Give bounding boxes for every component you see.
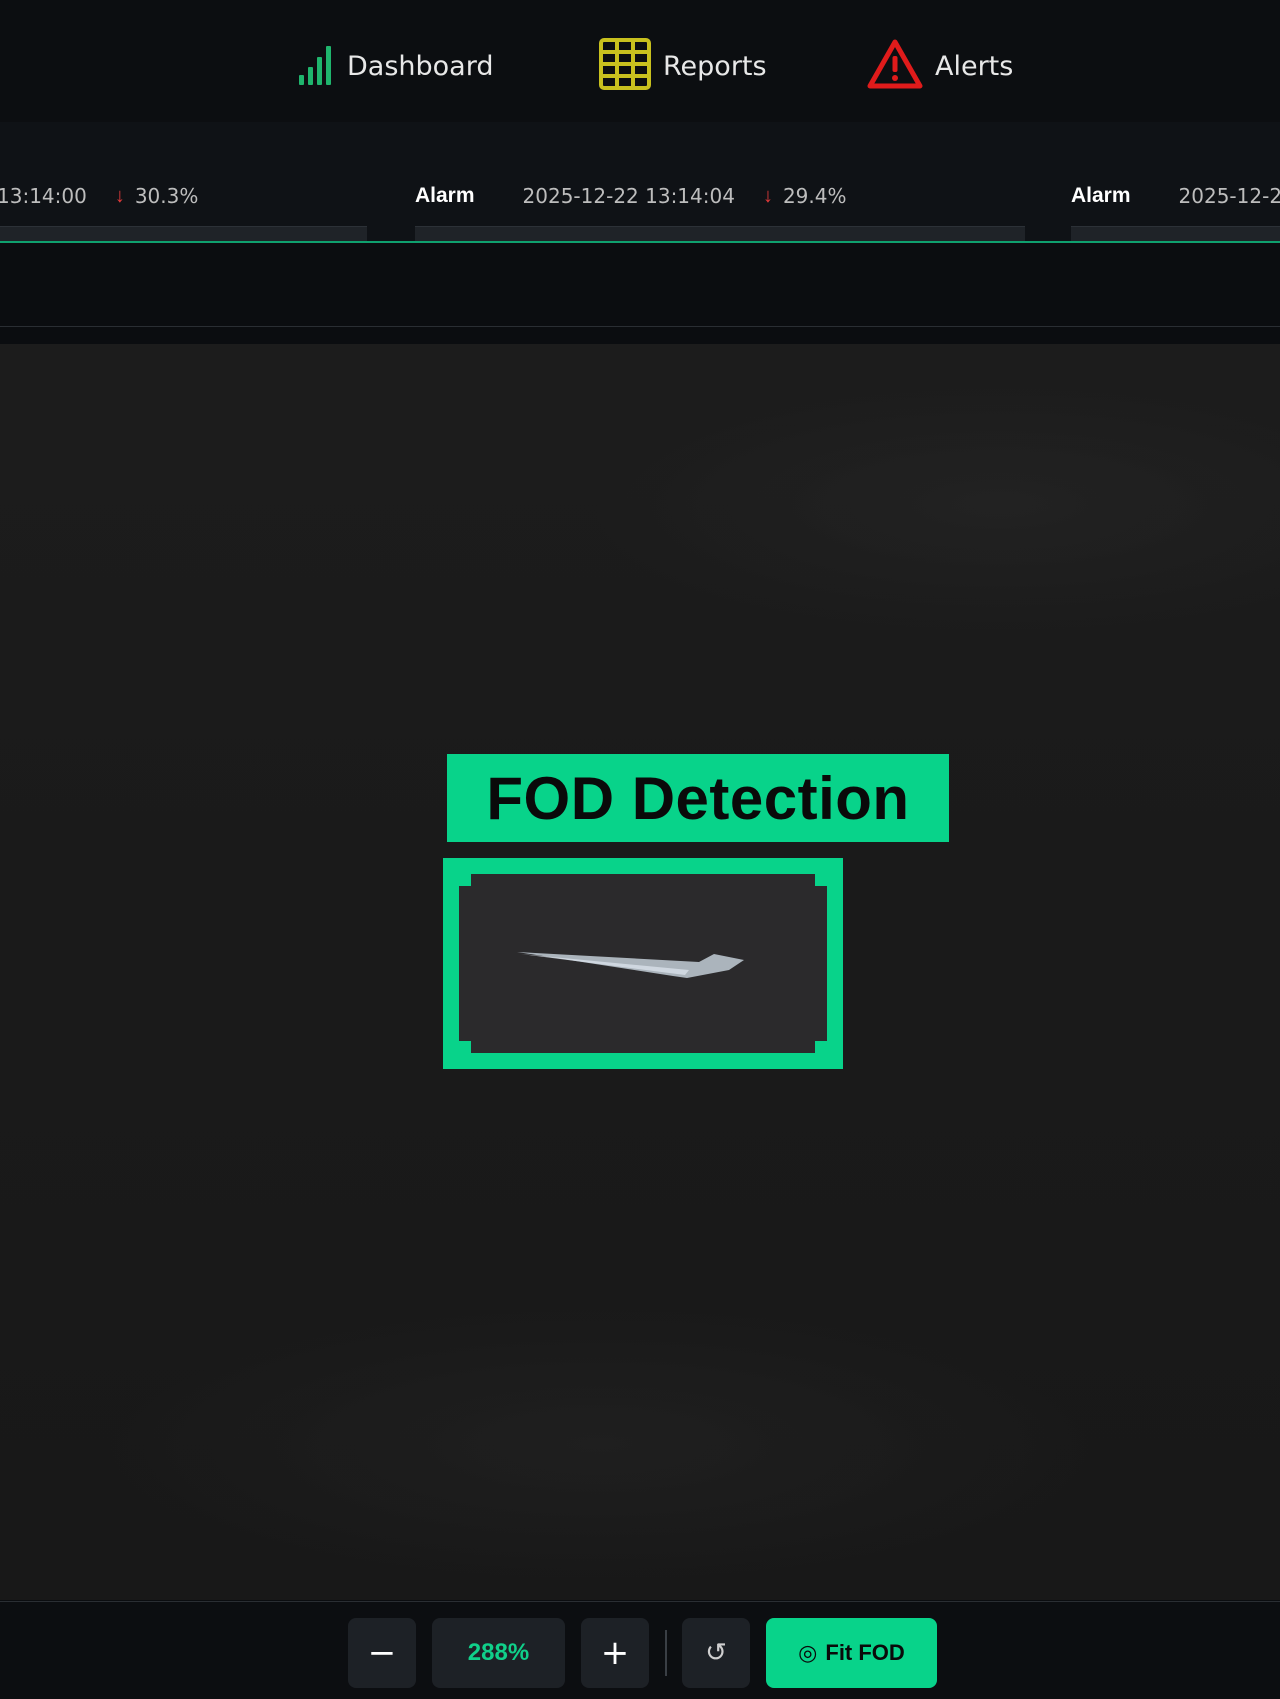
trend-down-icon: ↓	[762, 184, 773, 207]
grid-icon	[599, 37, 651, 95]
alarm-card[interactable]: Alarm 2025-12-22 13:14:04 ↓ 29.4%	[415, 122, 1025, 241]
zoom-out-button[interactable]: −	[348, 1618, 416, 1688]
detection-bounding-box[interactable]	[443, 858, 843, 1069]
detection-label: FOD Detection	[447, 754, 949, 842]
target-icon: ◎	[798, 1640, 818, 1665]
viewer-header-band	[0, 245, 1280, 327]
signal-bars-icon	[297, 43, 335, 90]
alarm-card-bar	[415, 226, 1025, 241]
toolbar-divider	[665, 1630, 667, 1676]
alarm-ticker: 13:14:00 ↓ 30.3% Alarm 2025-12-22 13:14:…	[0, 122, 1280, 243]
fit-fod-button[interactable]: ◎ Fit FOD	[766, 1618, 937, 1688]
debris-object-image	[459, 874, 827, 1053]
alarm-tag: Alarm	[415, 184, 475, 207]
nav-alerts-label: Alerts	[935, 50, 1014, 82]
warning-triangle-icon	[867, 39, 923, 94]
nav-dashboard[interactable]: Dashboard	[297, 40, 493, 92]
alarm-tag: Alarm	[1071, 184, 1131, 207]
alarm-card-bar	[1071, 226, 1280, 241]
alarm-time: 2025-12-22 13:14:04	[522, 184, 735, 208]
zoom-toolbar: − 288% + ↺ ◎ Fit FOD	[0, 1601, 1280, 1699]
nav-reports[interactable]: Reports	[599, 37, 767, 95]
trend-down-icon: ↓	[114, 184, 125, 207]
zoom-level-display: 288%	[432, 1618, 565, 1688]
nav-alerts[interactable]: Alerts	[867, 39, 1014, 94]
alarm-card[interactable]: 13:14:00 ↓ 30.3%	[0, 122, 367, 241]
nav-dashboard-label: Dashboard	[347, 50, 494, 82]
alarm-card[interactable]: Alarm 2025-12-2	[1071, 122, 1280, 241]
alarm-percent: 30.3%	[134, 184, 199, 208]
alarm-percent: 29.4%	[782, 184, 847, 208]
reset-icon: ↺	[705, 1638, 727, 1668]
zoom-in-button[interactable]: +	[581, 1618, 649, 1688]
alarm-time: 13:14:00	[0, 184, 87, 208]
reset-view-button[interactable]: ↺	[682, 1618, 750, 1688]
alarm-card-bar	[0, 226, 367, 241]
image-viewer[interactable]: FOD Detection	[0, 344, 1280, 1600]
top-navigation: Dashboard Reports Alerts	[0, 0, 1280, 122]
alarm-time: 2025-12-2	[1178, 184, 1280, 208]
nav-reports-label: Reports	[663, 50, 767, 82]
fit-fod-label: Fit FOD	[825, 1640, 905, 1665]
